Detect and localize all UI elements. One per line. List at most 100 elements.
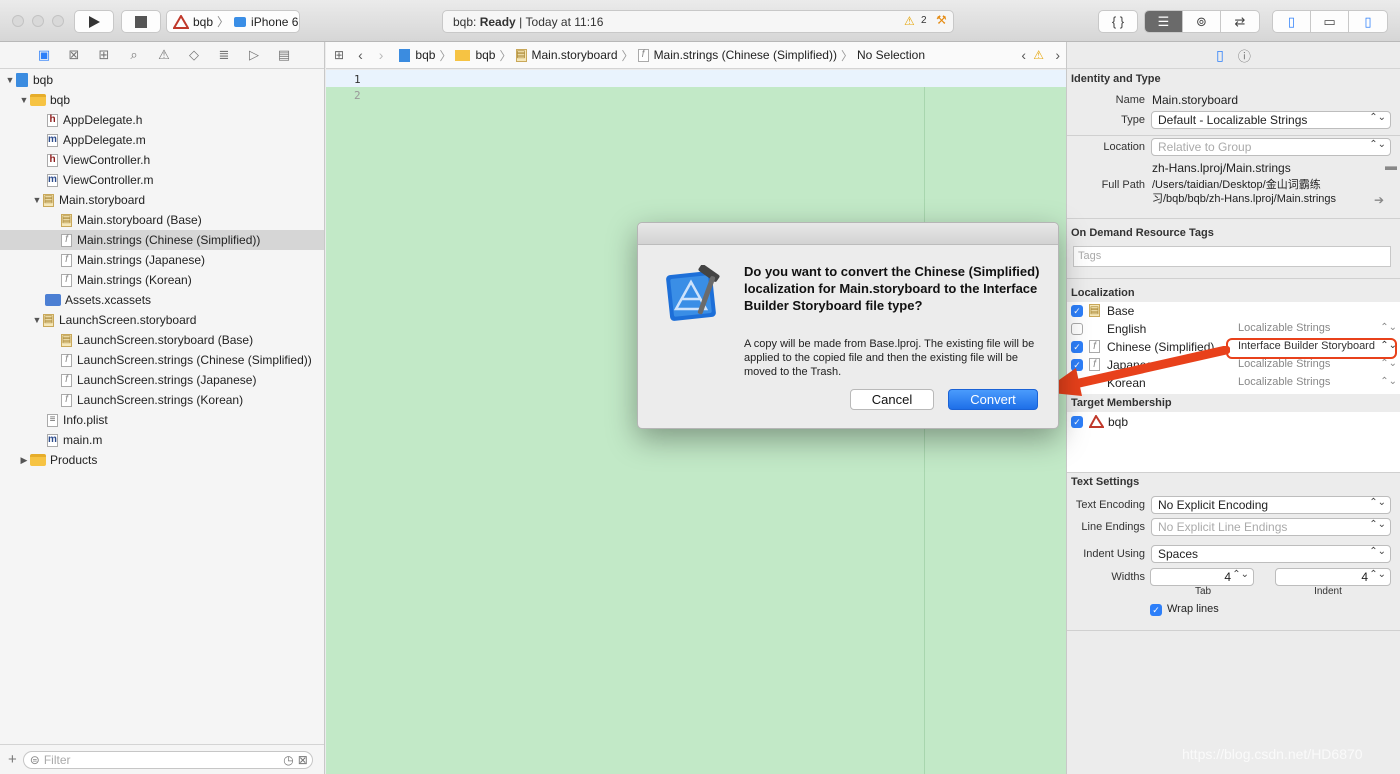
tree-item-file[interactable]: Assets.xcassets xyxy=(0,290,324,310)
tags-input[interactable]: Tags xyxy=(1073,246,1391,267)
disclosure-open-icon[interactable]: ▼ xyxy=(18,95,30,105)
add-icon[interactable]: + xyxy=(8,751,17,768)
location-popup[interactable]: Relative to Group ⌃⌄ xyxy=(1151,138,1391,156)
tree-item-file[interactable]: ▤ Main.storyboard (Base) xyxy=(0,210,324,230)
breadcrumb-project[interactable]: bqb xyxy=(415,48,435,62)
tree-item-file[interactable]: m main.m xyxy=(0,430,324,450)
folder-icon[interactable]: ▣ xyxy=(34,47,54,63)
checkbox-unchecked[interactable] xyxy=(1071,323,1083,335)
test-icon[interactable]: ◇ xyxy=(184,47,204,63)
line-endings-popup[interactable]: No Explicit Line Endings ⌃⌄ xyxy=(1151,518,1391,536)
tree-item-label: AppDelegate.h xyxy=(63,113,143,127)
localization-type[interactable]: Localizable Strings xyxy=(1238,358,1330,370)
forward-icon[interactable]: › xyxy=(379,47,384,63)
quick-help-icon[interactable]: ⓘ xyxy=(1238,46,1251,65)
issue-icon[interactable]: ⚠ xyxy=(154,47,174,63)
breadcrumb-group[interactable]: bqb xyxy=(475,48,495,62)
type-popup[interactable]: Default - Localizable Strings ⌃⌄ xyxy=(1151,111,1391,129)
assistant-editor-icon[interactable]: ⊚ xyxy=(1183,11,1221,32)
run-button[interactable] xyxy=(74,10,114,33)
disclosure-closed-icon[interactable]: ▶ xyxy=(18,455,30,466)
source-control-icon[interactable]: ⊠ xyxy=(64,47,84,63)
warning-icon[interactable]: ⚠ xyxy=(904,14,915,28)
hammer-icon[interactable]: ⚒ xyxy=(936,13,947,27)
report-icon[interactable]: ▤ xyxy=(274,47,294,63)
line-endings-value: No Explicit Line Endings xyxy=(1158,520,1288,534)
updown-icon: ⌃⌄ xyxy=(1380,376,1397,387)
cancel-button[interactable]: Cancel xyxy=(850,389,934,410)
filter-input[interactable]: ⊜ Filter ◷ ⊠ xyxy=(22,750,313,769)
tree-item-file[interactable]: f Main.strings (Japanese) xyxy=(0,250,324,270)
file-inspector-icon[interactable]: ▯ xyxy=(1216,47,1224,64)
breadcrumb-storyboard[interactable]: Main.storyboard xyxy=(532,48,618,62)
stepper-icon[interactable]: ⌃⌄ xyxy=(1369,569,1386,580)
related-items-icon[interactable]: ⊞ xyxy=(334,48,344,62)
convert-button[interactable]: Convert xyxy=(948,389,1038,410)
reveal-in-finder-icon[interactable]: ➔ xyxy=(1374,193,1384,207)
folder-icon[interactable]: ▬ xyxy=(1385,159,1397,173)
tree-item-file[interactable]: m AppDelegate.m xyxy=(0,130,324,150)
tree-item-file[interactable]: h ViewController.h xyxy=(0,150,324,170)
tree-item-storyboard-group[interactable]: ▼ ▤ LaunchScreen.storyboard xyxy=(0,310,324,330)
prev-issue-icon[interactable]: ‹ xyxy=(1021,47,1026,63)
debug-icon[interactable]: ≣ xyxy=(214,47,234,63)
tree-item-file[interactable]: f LaunchScreen.strings (Chinese (Simplifi… xyxy=(0,350,324,370)
standard-editor-icon[interactable]: ☰ xyxy=(1145,11,1183,32)
inspector-toggle-icon[interactable]: ▯ xyxy=(1349,11,1387,32)
disclosure-open-icon[interactable]: ▼ xyxy=(31,315,43,325)
tree-item-file[interactable]: f Main.strings (Korean) xyxy=(0,270,324,290)
localization-type[interactable]: Localizable Strings xyxy=(1238,376,1330,388)
tree-item-storyboard-group[interactable]: ▼ ▤ Main.storyboard xyxy=(0,190,324,210)
zoom-window-button[interactable] xyxy=(52,15,64,27)
navigator-toggle-icon[interactable]: ▯ xyxy=(1273,11,1311,32)
status-time: Today at 11:16 xyxy=(525,14,604,29)
back-icon[interactable]: ‹ xyxy=(358,47,363,63)
stepper-icon[interactable]: ⌃⌄ xyxy=(1232,569,1249,580)
breakpoint-icon[interactable]: ▷ xyxy=(244,47,264,63)
navigator-selector-bar: ▣ ⊠ ⊞ ⌕ ⚠ ◇ ≣ ▷ ▤ xyxy=(0,42,324,69)
tree-item-file[interactable]: f LaunchScreen.strings (Japanese) xyxy=(0,370,324,390)
tree-item-file-selected[interactable]: f Main.strings (Chinese (Simplified)) xyxy=(0,230,324,250)
play-icon xyxy=(89,15,100,28)
symbol-icon[interactable]: ⊞ xyxy=(94,47,114,63)
tree-item-group-bqb[interactable]: ▼ bqb xyxy=(0,90,324,110)
recent-files-icon[interactable]: ◷ xyxy=(283,753,293,767)
find-icon[interactable]: ⌕ xyxy=(124,47,144,63)
wrap-lines-checkbox[interactable]: ✓ xyxy=(1150,604,1162,616)
minimize-window-button[interactable] xyxy=(32,15,44,27)
tree-item-project[interactable]: ▼ bqb xyxy=(0,70,324,90)
warning-icon[interactable]: ⚠ xyxy=(1033,48,1044,62)
stop-button[interactable] xyxy=(121,10,161,33)
tab-width-field[interactable]: 4 ⌃⌄ xyxy=(1150,568,1254,586)
debug-area-toggle-icon[interactable]: ▭ xyxy=(1311,11,1349,32)
tree-item-group-products[interactable]: ▶ Products xyxy=(0,450,324,470)
indent-using-popup[interactable]: Spaces ⌃⌄ xyxy=(1151,545,1391,563)
next-issue-icon[interactable]: › xyxy=(1055,47,1060,63)
scheme-selector[interactable]: bqb 〉 iPhone 6 xyxy=(166,10,300,33)
tree-item-file[interactable]: h AppDelegate.h xyxy=(0,110,324,130)
tree-item-file[interactable]: f LaunchScreen.strings (Korean) xyxy=(0,390,324,410)
localization-row[interactable]: English Localizable Strings ⌃⌄ xyxy=(1067,320,1400,338)
strings-file-icon: f xyxy=(61,373,72,387)
indent-width-field[interactable]: 4 ⌃⌄ xyxy=(1275,568,1391,586)
breadcrumb-selection[interactable]: No Selection xyxy=(857,48,925,62)
version-editor-icon[interactable]: ⇄ xyxy=(1221,11,1259,32)
encoding-popup[interactable]: No Explicit Encoding ⌃⌄ xyxy=(1151,496,1391,514)
target-name: bqb xyxy=(1108,415,1129,429)
localization-row[interactable]: ✓ ▤ Base xyxy=(1067,302,1400,320)
tree-item-file[interactable]: ▤ LaunchScreen.storyboard (Base) xyxy=(0,330,324,350)
checkbox-checked[interactable]: ✓ xyxy=(1071,416,1083,428)
tree-item-label: Main.storyboard (Base) xyxy=(77,213,202,227)
tree-item-file[interactable]: ≡ Info.plist xyxy=(0,410,324,430)
localization-type[interactable]: Localizable Strings xyxy=(1238,322,1330,334)
disclosure-open-icon[interactable]: ▼ xyxy=(4,75,16,85)
disclosure-open-icon[interactable]: ▼ xyxy=(31,195,43,205)
checkbox-checked[interactable]: ✓ xyxy=(1071,305,1083,317)
editor-mode-standard[interactable]: { } xyxy=(1098,10,1138,33)
tree-item-file[interactable]: m ViewController.m xyxy=(0,170,324,190)
updown-icon: ⌃⌄ xyxy=(1380,358,1397,369)
breadcrumb-file[interactable]: Main.strings (Chinese (Simplified)) xyxy=(654,48,837,62)
strings-file-icon: f xyxy=(61,253,72,267)
close-window-button[interactable] xyxy=(12,15,24,27)
source-control-filter-icon[interactable]: ⊠ xyxy=(298,753,308,767)
